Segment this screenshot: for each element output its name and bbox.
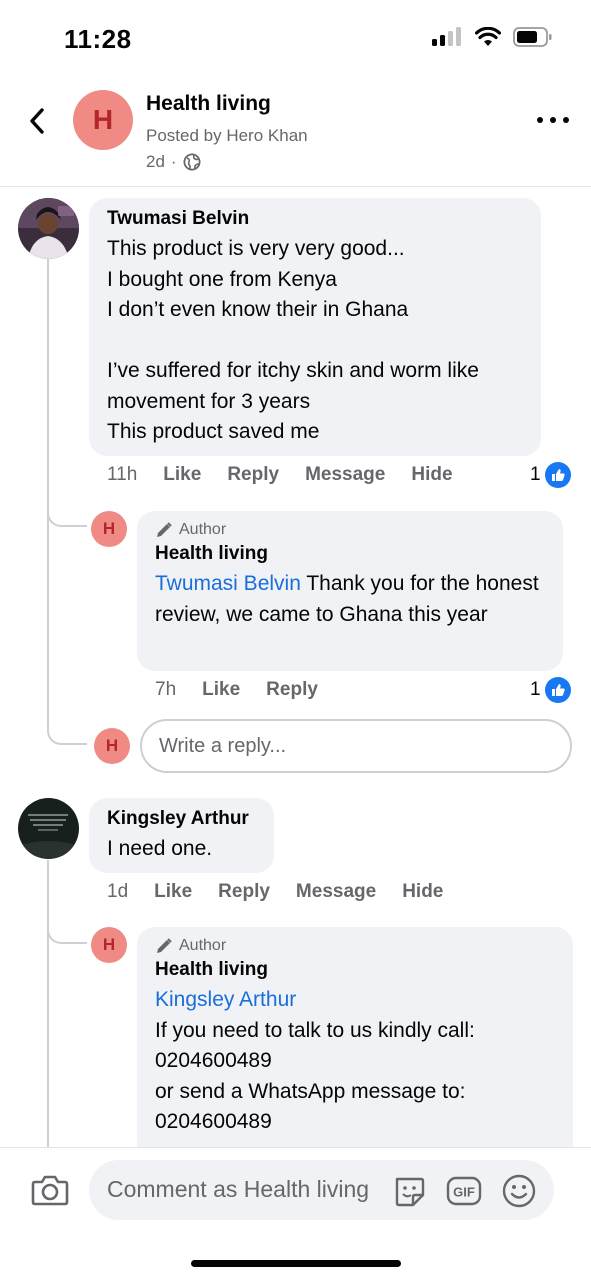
- reply-button[interactable]: Reply: [266, 679, 318, 701]
- reply-input[interactable]: Write a reply...: [140, 719, 572, 773]
- author-badge-label: Author: [179, 937, 227, 954]
- reaction-count[interactable]: 1: [530, 462, 571, 488]
- wifi-icon: [475, 27, 501, 46]
- thread-line: [47, 860, 49, 1150]
- comment-composer: Comment as Health living GIF: [0, 1147, 591, 1280]
- reply-author[interactable]: Health living: [155, 959, 555, 981]
- post-header: H Health living Posted by Hero Khan 2d ·: [0, 80, 591, 187]
- more-icon: [537, 117, 543, 123]
- thread-branch: [47, 926, 87, 944]
- like-count: 1: [530, 464, 541, 485]
- comment-bubble[interactable]: Kingsley Arthur I need one.: [89, 798, 274, 873]
- commenter-avatar[interactable]: [18, 798, 79, 859]
- thread-line: [47, 259, 49, 729]
- comment-author[interactable]: Twumasi Belvin: [107, 208, 523, 230]
- reply-time: 7h: [155, 679, 177, 700]
- gif-button[interactable]: GIF: [446, 1173, 482, 1209]
- back-icon: [30, 108, 44, 134]
- signal-icon: [432, 27, 461, 46]
- gif-label: GIF: [453, 1185, 475, 1200]
- mention-link[interactable]: Twumasi Belvin: [155, 572, 301, 595]
- like-icon: [544, 462, 571, 488]
- comment-actions: 11h Like Reply Message Hide: [107, 464, 479, 486]
- message-button[interactable]: Message: [305, 464, 385, 486]
- hide-button[interactable]: Hide: [402, 881, 443, 903]
- status-bar: 11:28: [0, 0, 591, 80]
- comment-text: This product is very very good... I boug…: [107, 237, 479, 443]
- comment-input[interactable]: Comment as Health living GIF: [89, 1160, 554, 1220]
- reply-text: If you need to talk to us kindly call: 0…: [155, 1018, 475, 1134]
- comment-bubble[interactable]: Twumasi Belvin This product is very very…: [89, 198, 541, 456]
- like-button[interactable]: Like: [163, 464, 201, 486]
- pencil-icon: [157, 522, 172, 537]
- gif-icon: GIF: [446, 1176, 482, 1206]
- post-meta: 2d ·: [146, 152, 201, 172]
- reply-bubble[interactable]: Author Health living Twumasi Belvin Than…: [137, 511, 563, 671]
- more-options-button[interactable]: [537, 110, 569, 130]
- author-badge: Author: [155, 521, 545, 539]
- commenter-avatar[interactable]: [18, 198, 79, 259]
- reply-button[interactable]: Reply: [227, 464, 279, 486]
- globe-icon: [183, 153, 201, 171]
- sticker-icon: [395, 1177, 425, 1207]
- emoji-icon: [502, 1174, 536, 1208]
- camera-button[interactable]: [30, 1170, 70, 1210]
- comment-time: 1d: [107, 881, 129, 902]
- posted-by: Posted by Hero Khan: [146, 126, 308, 145]
- like-button[interactable]: Like: [202, 679, 240, 701]
- reply-actions: 7h Like Reply: [155, 679, 344, 701]
- thread-branch: [47, 509, 87, 527]
- like-icon: [544, 677, 571, 703]
- mention-link[interactable]: Kingsley Arthur: [155, 985, 555, 1016]
- reply-bubble[interactable]: Author Health living Kingsley Arthur If …: [137, 927, 573, 1167]
- camera-icon: [31, 1175, 69, 1206]
- back-button[interactable]: [22, 104, 52, 138]
- status-icons: [431, 26, 553, 48]
- post-age: 2d: [146, 152, 165, 171]
- author-badge: Author: [155, 937, 555, 955]
- reaction-count[interactable]: 1: [530, 677, 571, 703]
- comment-author[interactable]: Kingsley Arthur: [107, 808, 256, 830]
- status-time: 11:28: [64, 24, 132, 54]
- reply-input-avatar: H: [94, 728, 130, 764]
- pencil-icon: [157, 938, 172, 953]
- reply-button[interactable]: Reply: [218, 881, 270, 903]
- meta-separator: ·: [170, 152, 177, 171]
- reply-author[interactable]: Health living: [155, 543, 545, 565]
- reply-author-avatar[interactable]: H: [91, 511, 127, 547]
- page-title[interactable]: Health living: [146, 92, 271, 116]
- comment-text: I need one.: [107, 837, 213, 860]
- message-button[interactable]: Message: [296, 881, 376, 903]
- battery-icon: [513, 27, 552, 47]
- comment-placeholder: Comment as Health living: [107, 1176, 370, 1202]
- thread-branch: [47, 727, 87, 745]
- hide-button[interactable]: Hide: [411, 464, 452, 486]
- emoji-button[interactable]: [501, 1173, 537, 1209]
- sticker-button[interactable]: [391, 1173, 427, 1209]
- comment-actions: 1d Like Reply Message Hide: [107, 881, 469, 903]
- like-count: 1: [530, 679, 541, 700]
- like-button[interactable]: Like: [154, 881, 192, 903]
- page-avatar[interactable]: H: [73, 90, 133, 150]
- reply-author-avatar[interactable]: H: [91, 927, 127, 963]
- home-indicator[interactable]: [191, 1260, 401, 1267]
- author-badge-label: Author: [179, 521, 227, 538]
- comment-time: 11h: [107, 464, 138, 485]
